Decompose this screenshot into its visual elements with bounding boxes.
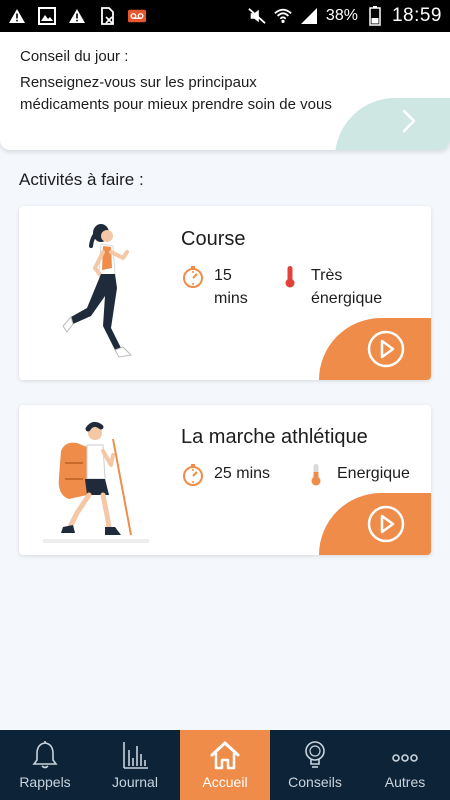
activity-card-walking[interactable]: La marche athlétique 25 mins Energique <box>19 405 431 555</box>
battery-percent: 38% <box>325 7 358 24</box>
play-icon[interactable] <box>367 330 405 368</box>
activity-name: La marche athlétique <box>181 426 368 448</box>
thermometer-medium-icon <box>311 464 321 486</box>
warning-icon <box>68 7 86 25</box>
chart-icon <box>123 742 148 769</box>
hiker-illustration <box>43 421 149 543</box>
stopwatch-icon <box>183 266 203 288</box>
status-bar: 38% 18:59 <box>0 0 450 32</box>
nav-label: Conseils <box>288 774 342 790</box>
duration-stat: 15 mins <box>182 264 262 310</box>
bell-icon <box>32 741 58 769</box>
duration-stat: 25 mins <box>182 462 292 487</box>
tip-arrow-background <box>335 98 450 150</box>
tip-text: Renseignez-vous sur les principaux médic… <box>20 74 332 113</box>
intensity-text: Très énergique <box>311 267 383 307</box>
duration-text: 15 mins <box>214 267 248 307</box>
chevron-right-icon[interactable] <box>398 106 420 136</box>
nav-item-autres[interactable]: Autres <box>360 730 450 800</box>
intensity-stat: Très énergique <box>279 264 399 310</box>
nav-label: Accueil <box>202 774 248 790</box>
home-icon <box>210 741 240 770</box>
nav-item-accueil[interactable]: Accueil <box>180 730 270 800</box>
runner-illustration <box>62 224 133 358</box>
activities-heading: Activités à faire : <box>19 170 144 189</box>
nav-item-journal[interactable]: Journal <box>90 730 180 800</box>
warning-icon <box>8 7 26 25</box>
intensity-stat: Energique <box>305 462 425 487</box>
nav-label: Autres <box>384 774 426 790</box>
activity-name: Course <box>181 228 246 250</box>
daily-tip-card[interactable]: Conseil du jour : Renseignez-vous sur le… <box>0 32 450 150</box>
nav-label: Journal <box>112 774 158 790</box>
mute-icon <box>248 7 266 25</box>
play-icon[interactable] <box>367 505 405 543</box>
bottom-navigation: Rappels Journal Accueil Conseils Autres <box>0 730 450 800</box>
sim-off-icon <box>98 7 116 25</box>
nav-label: Rappels <box>19 774 71 790</box>
more-icon <box>392 754 418 762</box>
nav-item-conseils[interactable]: Conseils <box>270 730 360 800</box>
clock: 18:59 <box>391 5 442 26</box>
duration-text: 25 mins <box>214 465 271 482</box>
activity-card-running[interactable]: Course 15 mins Très énergique <box>19 206 431 380</box>
wifi-icon <box>274 7 292 25</box>
signal-icon <box>300 7 318 25</box>
stopwatch-icon <box>183 464 203 486</box>
intensity-text: Energique <box>337 465 410 482</box>
image-icon <box>38 7 56 25</box>
thermometer-high-icon <box>285 266 295 288</box>
battery-icon <box>366 6 384 26</box>
tip-title: Conseil du jour : <box>20 48 129 65</box>
voicemail-icon <box>128 7 146 25</box>
lightbulb-icon <box>305 741 325 768</box>
nav-item-rappels[interactable]: Rappels <box>0 730 90 800</box>
